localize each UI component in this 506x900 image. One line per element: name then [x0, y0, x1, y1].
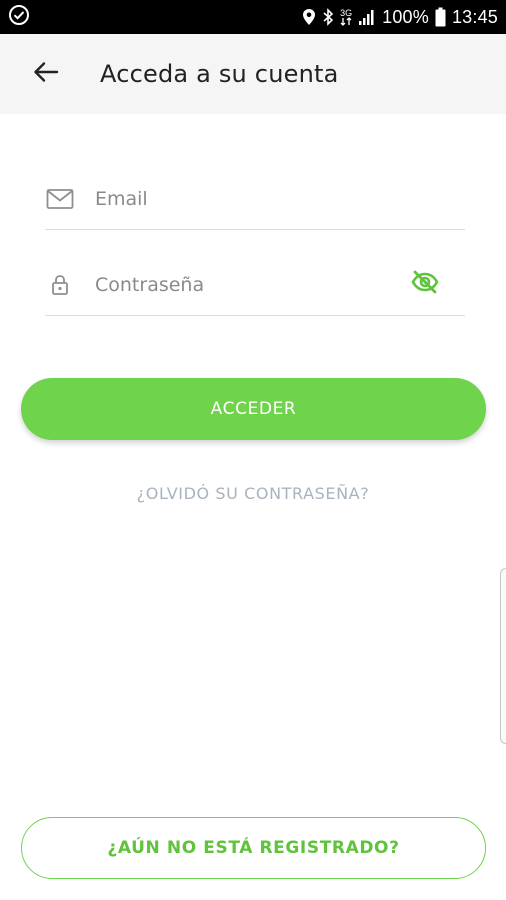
status-time: 13:45	[451, 6, 498, 27]
login-button[interactable]: ACCEDER	[21, 378, 486, 440]
toggle-password-visibility-button[interactable]	[409, 268, 441, 300]
app-bar: Acceda a su cuenta	[0, 34, 506, 114]
email-input[interactable]	[95, 187, 395, 210]
email-field	[45, 168, 465, 230]
bluetooth-icon	[322, 8, 334, 26]
back-button[interactable]	[26, 54, 66, 94]
edge-panel-handle[interactable]	[500, 568, 506, 744]
register-button[interactable]: ¿AÚN NO ESTÁ REGISTRADO?	[21, 817, 486, 879]
mail-icon	[45, 184, 75, 214]
network-type-label: 3G	[340, 7, 353, 18]
page-title: Acceda a su cuenta	[100, 60, 339, 88]
password-field	[45, 254, 465, 316]
status-bar: 3G 100% 13:45	[0, 0, 506, 34]
location-icon	[302, 8, 316, 26]
battery-percentage: 100%	[382, 6, 429, 27]
eye-off-icon	[411, 270, 439, 299]
battery-icon	[435, 7, 446, 27]
network-type-icon: 3G	[340, 7, 353, 26]
check-circle-icon	[8, 4, 30, 31]
signal-icon	[358, 8, 376, 26]
forgot-password-link[interactable]: ¿OLVIDÓ SU CONTRASEÑA?	[0, 484, 506, 503]
arrow-back-icon	[33, 61, 59, 88]
lock-icon	[45, 270, 75, 300]
status-right: 3G 100% 13:45	[302, 7, 498, 28]
status-left	[8, 4, 30, 31]
password-input[interactable]	[95, 273, 395, 296]
